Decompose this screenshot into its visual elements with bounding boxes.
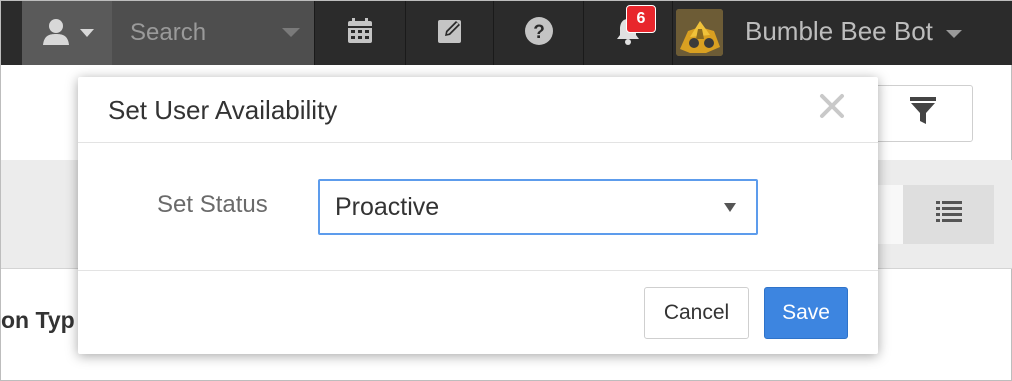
status-select-value: Proactive: [335, 193, 440, 221]
cancel-button[interactable]: Cancel: [644, 287, 749, 339]
search-dropdown-icon[interactable]: [282, 28, 300, 37]
list-view-button[interactable]: [903, 185, 994, 244]
dialog-header: Set User Availability: [78, 77, 878, 143]
help-button[interactable]: ?: [494, 1, 583, 65]
dialog-body: Set Status Proactive: [78, 143, 878, 271]
filter-button[interactable]: [873, 85, 973, 142]
notification-count-badge: 6: [626, 5, 656, 33]
close-icon: [819, 93, 845, 124]
list-icon: [935, 200, 962, 229]
chevron-down-icon[interactable]: [946, 30, 962, 38]
set-availability-dialog: Set User Availability Set Status Proacti…: [78, 77, 878, 354]
help-icon: ?: [524, 16, 554, 51]
status-select[interactable]: Proactive: [318, 179, 758, 235]
calendar-icon: [346, 17, 374, 50]
search-field[interactable]: Search: [112, 1, 314, 65]
avatar[interactable]: [676, 9, 723, 56]
chevron-down-icon: [79, 24, 94, 42]
top-navigation-bar: Search ? 6 Bumble Bee Bot: [1, 1, 1012, 65]
edit-icon: [436, 17, 464, 50]
column-header[interactable]: on Typ: [1, 307, 75, 334]
user-name-menu[interactable]: Bumble Bee Bot: [745, 16, 933, 47]
dialog-title: Set User Availability: [108, 95, 338, 125]
chevron-down-icon: [724, 203, 736, 212]
calendar-button[interactable]: [315, 1, 405, 65]
user-menu-button[interactable]: [22, 1, 112, 65]
svg-text:?: ?: [533, 22, 545, 43]
filter-icon: [910, 97, 936, 130]
compose-button[interactable]: [406, 1, 493, 65]
search-input[interactable]: Search: [130, 19, 206, 47]
close-button[interactable]: [815, 91, 849, 125]
divider: [672, 1, 673, 65]
status-label: Set Status: [157, 191, 268, 218]
user-icon: [41, 16, 71, 51]
save-button[interactable]: Save: [764, 287, 848, 339]
